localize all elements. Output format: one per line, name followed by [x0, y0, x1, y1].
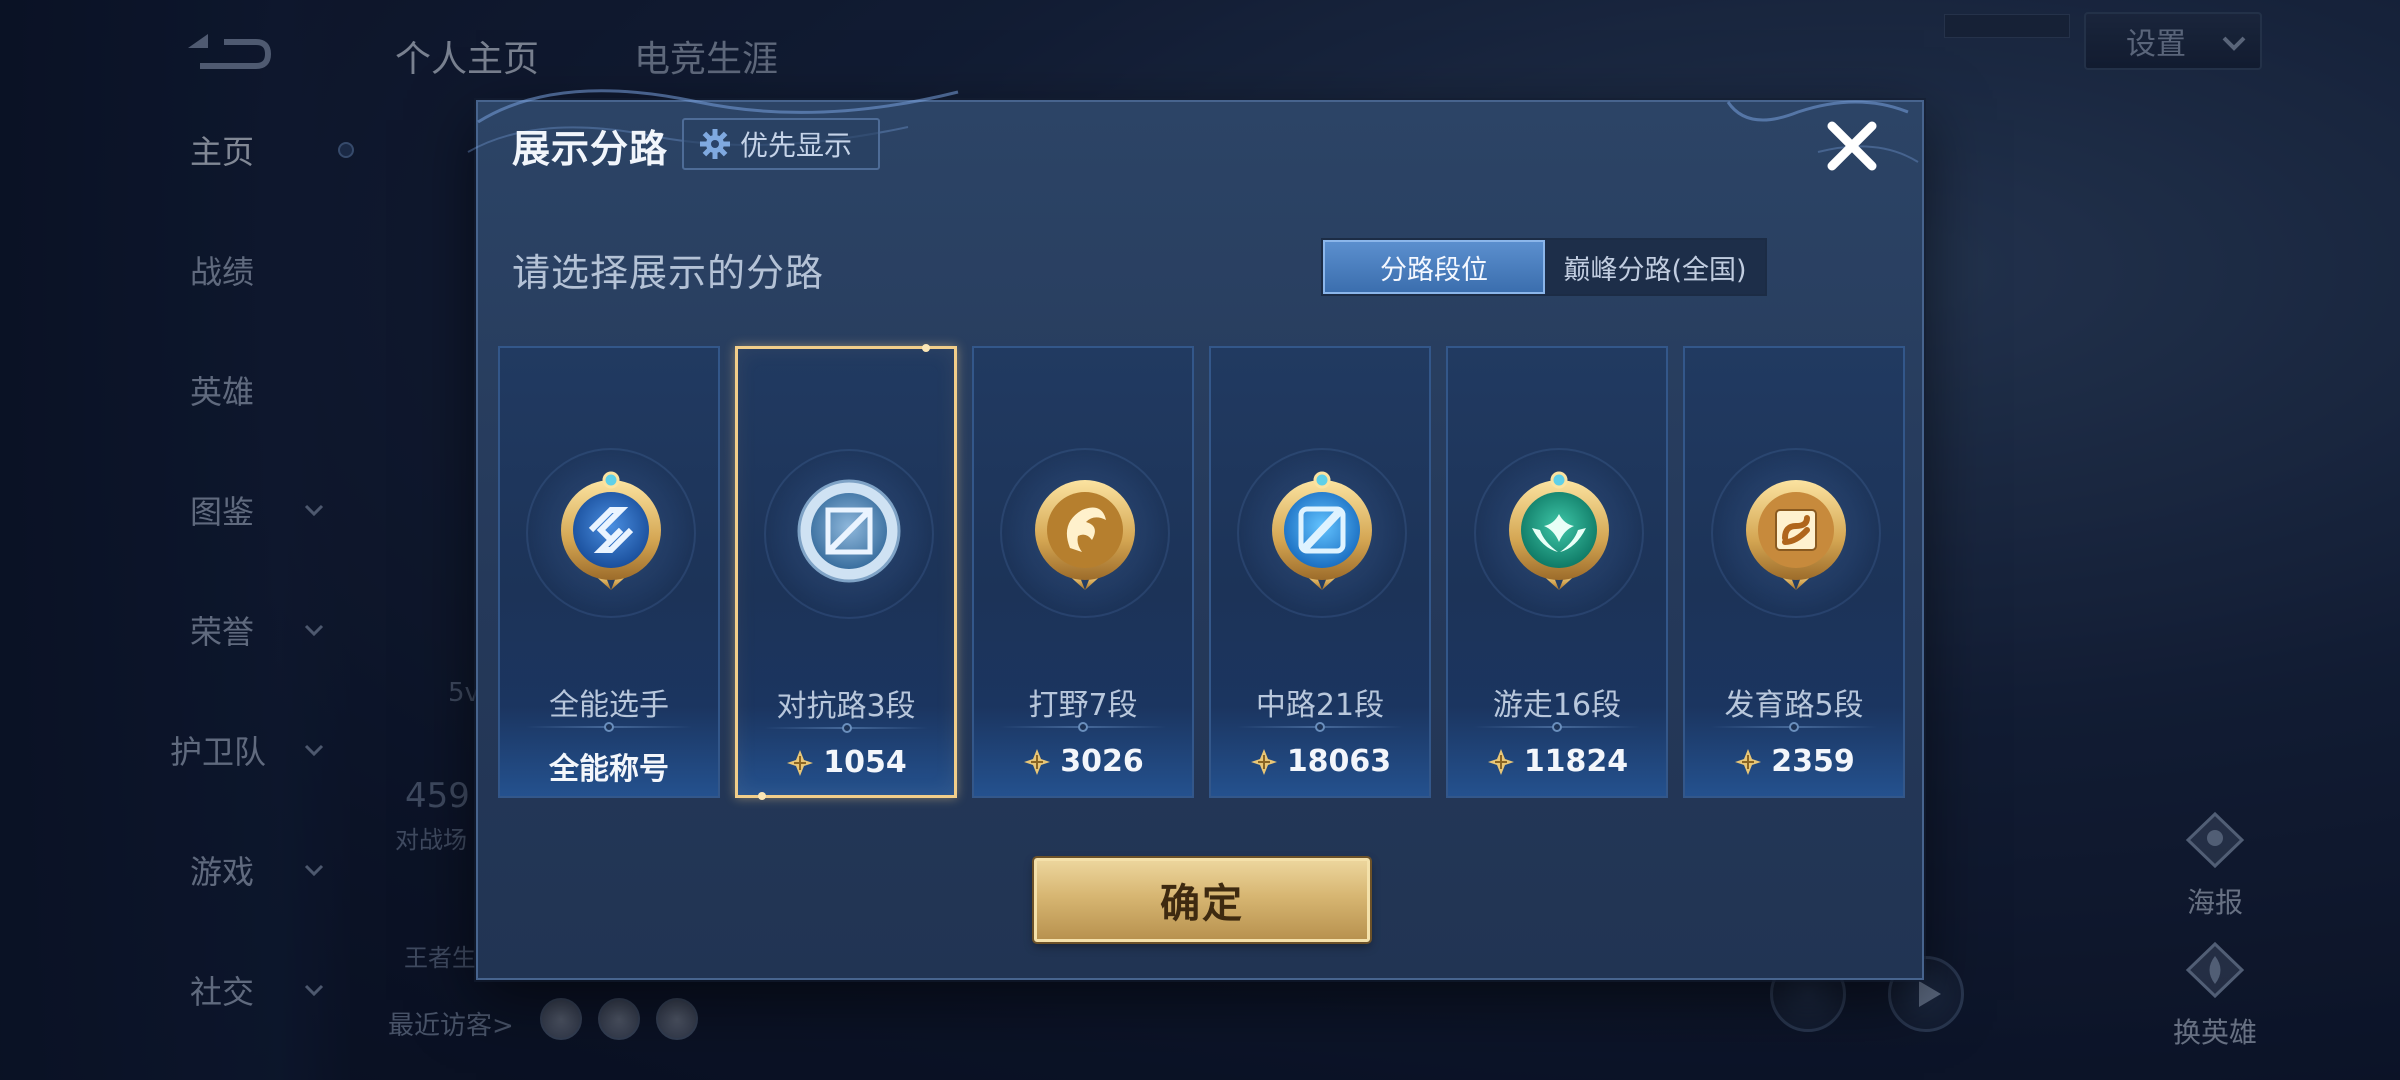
- confirm-button[interactable]: 确定: [1034, 858, 1370, 942]
- dialog-title: 展示分路: [512, 127, 669, 171]
- jungle-emblem-icon: [1035, 480, 1135, 590]
- farm-lane-emblem-icon: [1746, 480, 1846, 590]
- lane-value-text: 全能称号: [549, 752, 669, 787]
- divider-dot: [1078, 722, 1088, 732]
- gear-icon: [700, 129, 730, 159]
- select-lane-prompt: 请选择展示的分路: [512, 251, 825, 295]
- lane-card[interactable]: 对抗路3段 1054: [735, 344, 957, 800]
- lane-value-text: 3026: [1060, 744, 1144, 779]
- tab-lane-rank[interactable]: 分路段位: [1323, 240, 1545, 294]
- divider-dot: [1315, 722, 1325, 732]
- clash-lane-emblem-icon: [797, 479, 901, 583]
- lane-name: 打野7段: [1028, 688, 1138, 723]
- lane-value: 11824: [1448, 744, 1666, 779]
- lane-value-text: 11824: [1523, 744, 1629, 779]
- lane-name: 对抗路3段: [776, 689, 916, 724]
- mid-lane-emblem-icon: [1272, 471, 1372, 590]
- priority-display-button[interactable]: 优先显示: [682, 118, 880, 170]
- rank-points-icon: [1250, 748, 1277, 775]
- divider-dot: [842, 723, 852, 733]
- selection-corner-dot: [922, 344, 930, 352]
- lane-card[interactable]: 发育路5段 2359: [1683, 346, 1905, 798]
- lane-value: 2359: [1685, 744, 1903, 779]
- lane-card[interactable]: 全能选手 全能称号: [498, 346, 720, 798]
- rank-points-icon: [787, 749, 814, 776]
- lane-name: 中路21段: [1255, 688, 1385, 723]
- rank-points-icon: [1487, 748, 1514, 775]
- rank-points-icon: [1024, 748, 1051, 775]
- lane-value: 1054: [738, 745, 954, 780]
- lane-name: 发育路5段: [1724, 688, 1864, 723]
- lane-value: 3026: [974, 744, 1192, 779]
- lane-value: 18063: [1211, 744, 1429, 779]
- lane-display-dialog: 展示分路 优先显示 请选择展示的分路 分路段位 巅峰分路(全国) 全能选手 全能…: [467, 89, 1924, 980]
- close-icon[interactable]: [1822, 116, 1882, 176]
- ranking-type-toggle: 分路段位 巅峰分路(全国): [1321, 238, 1767, 296]
- lane-card[interactable]: 中路21段 18063: [1209, 346, 1431, 798]
- divider-dot: [1552, 722, 1562, 732]
- lane-name: 全能选手: [549, 688, 669, 723]
- lane-card[interactable]: 打野7段 3026: [972, 346, 1194, 798]
- lane-value-text: 2359: [1771, 744, 1855, 779]
- priority-display-label: 优先显示: [740, 129, 853, 162]
- selection-corner-dot: [758, 792, 766, 800]
- lane-name: 游走16段: [1492, 688, 1622, 723]
- tab-peak-lane-national[interactable]: 巅峰分路(全国): [1545, 240, 1765, 294]
- lane-value-text: 18063: [1286, 744, 1392, 779]
- lane-value: 全能称号: [500, 744, 718, 788]
- lane-value-text: 1054: [823, 745, 907, 780]
- roam-emblem-icon: [1509, 471, 1609, 590]
- divider-dot: [1789, 722, 1799, 732]
- lane-card[interactable]: 游走16段 11824: [1446, 346, 1668, 798]
- divider-dot: [604, 722, 614, 732]
- lane-card-list: 全能选手 全能称号 对抗路3段 1054 打野7段 3026 中路21段 180…: [498, 344, 1906, 800]
- all-round-emblem-icon: [561, 471, 661, 590]
- rank-points-icon: [1735, 748, 1762, 775]
